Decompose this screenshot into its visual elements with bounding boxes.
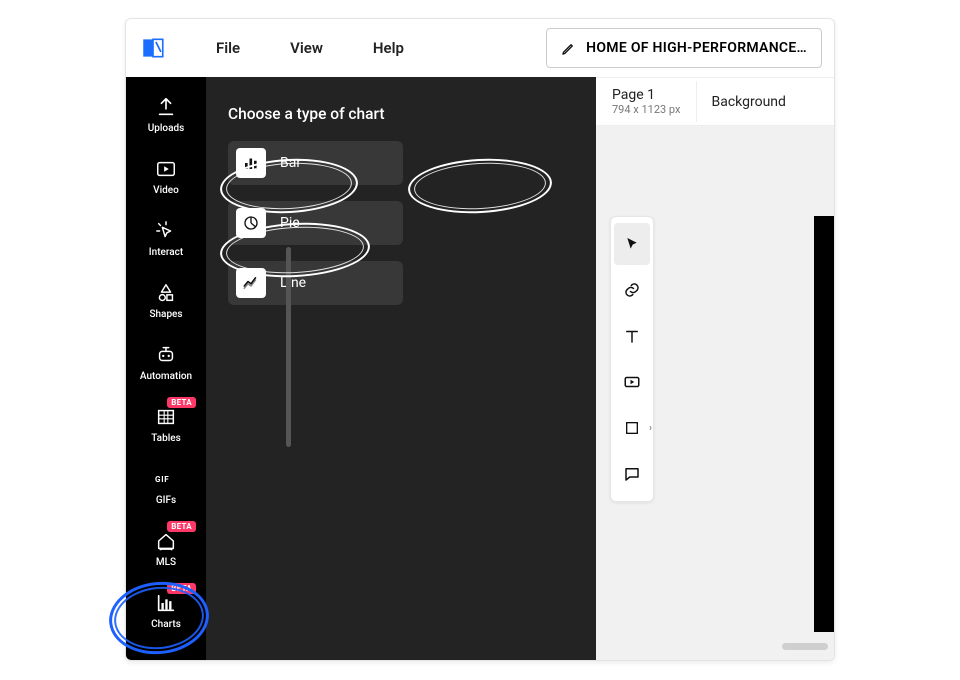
sidebar-item-label: Video bbox=[153, 185, 179, 196]
sidebar-item-label: GIFs bbox=[156, 495, 176, 506]
playbox-icon bbox=[623, 373, 641, 391]
chart-option-pie[interactable]: Pie bbox=[228, 201, 403, 245]
app-logo[interactable] bbox=[126, 35, 180, 61]
text-icon bbox=[623, 327, 641, 345]
pie-chart-icon bbox=[236, 208, 266, 238]
chat-icon bbox=[623, 465, 641, 483]
chart-type-grid: Bar Pie Line bbox=[228, 141, 574, 305]
chart-option-label: Bar bbox=[280, 155, 301, 171]
tool-shape[interactable]: › bbox=[614, 407, 650, 449]
tool-comment[interactable] bbox=[614, 453, 650, 495]
chart-icon bbox=[154, 591, 178, 615]
sidebar-item-automation[interactable]: Automation bbox=[126, 331, 206, 393]
sidebar-item-label: Uploads bbox=[148, 123, 185, 134]
sidebar-item-tables[interactable]: BETA Tables bbox=[126, 393, 206, 455]
sidebar-item-uploads[interactable]: Uploads bbox=[126, 83, 206, 145]
chart-option-label: Line bbox=[280, 275, 306, 291]
top-menubar: File View Help HOME OF HIGH-PERFORMANCE… bbox=[126, 19, 834, 77]
gif-icon: GIF bbox=[154, 467, 178, 491]
background-tab[interactable]: Background bbox=[697, 94, 799, 110]
house-icon bbox=[154, 529, 178, 553]
sidebar-item-shapes[interactable]: Shapes bbox=[126, 269, 206, 331]
line-chart-icon bbox=[236, 268, 266, 298]
table-icon bbox=[154, 405, 178, 429]
beta-badge: BETA bbox=[167, 583, 196, 594]
play-icon bbox=[154, 157, 178, 181]
square-icon bbox=[624, 420, 640, 436]
charts-panel: Choose a type of chart Bar Pie Line bbox=[206, 77, 596, 660]
bar-chart-icon bbox=[236, 148, 266, 178]
panel-scrollbar[interactable] bbox=[286, 187, 292, 640]
beta-badge: BETA bbox=[167, 521, 196, 532]
document-title-button[interactable]: HOME OF HIGH-PERFORMANCE… bbox=[546, 28, 822, 68]
tool-select[interactable] bbox=[614, 223, 650, 265]
beta-badge: BETA bbox=[167, 397, 196, 408]
upload-icon bbox=[154, 95, 178, 119]
sidebar-item-interact[interactable]: Interact bbox=[126, 207, 206, 269]
canvas-area: › bbox=[596, 125, 834, 660]
horizontal-scrollbar-thumb[interactable] bbox=[782, 643, 828, 650]
sidebar-item-label: Shapes bbox=[149, 309, 182, 320]
page-tab[interactable]: Page 1 794 x 1123 px bbox=[596, 81, 697, 122]
pointer-click-icon bbox=[154, 219, 178, 243]
menu-view[interactable]: View bbox=[290, 39, 323, 57]
chart-option-line[interactable]: Line bbox=[228, 261, 403, 305]
sidebar-item-label: Charts bbox=[151, 619, 181, 630]
tool-link[interactable] bbox=[614, 269, 650, 311]
sidebar-item-charts[interactable]: BETA Charts bbox=[126, 579, 206, 641]
chevron-right-icon: › bbox=[649, 423, 652, 434]
vertical-toolstrip: › bbox=[610, 216, 654, 502]
sidebar-item-label: Interact bbox=[149, 247, 183, 258]
sidebar-item-video[interactable]: Video bbox=[126, 145, 206, 207]
sidebar-item-mls[interactable]: BETA MLS bbox=[126, 517, 206, 579]
logo-icon bbox=[140, 35, 166, 61]
chart-option-bar[interactable]: Bar bbox=[228, 141, 403, 185]
tool-media[interactable] bbox=[614, 361, 650, 403]
robot-icon bbox=[154, 343, 178, 367]
svg-text:GIF: GIF bbox=[155, 474, 169, 483]
tool-text[interactable] bbox=[614, 315, 650, 357]
cursor-icon bbox=[624, 236, 640, 252]
menu-help[interactable]: Help bbox=[373, 39, 404, 57]
link-icon bbox=[623, 281, 641, 299]
charts-panel-heading: Choose a type of chart bbox=[228, 105, 574, 123]
page-name: Page 1 bbox=[612, 87, 680, 103]
left-sidebar: Uploads Video Interact Shapes Automation BETA… bbox=[126, 77, 206, 660]
document-edge bbox=[814, 216, 834, 632]
sidebar-item-label: Automation bbox=[140, 371, 192, 382]
sidebar-item-gifs[interactable]: GIF GIFs bbox=[126, 455, 206, 517]
sidebar-item-label: Tables bbox=[151, 433, 181, 444]
sidebar-item-label: MLS bbox=[156, 557, 176, 568]
menu-file[interactable]: File bbox=[216, 39, 240, 57]
app-window: File View Help HOME OF HIGH-PERFORMANCE…… bbox=[125, 18, 835, 661]
pencil-icon bbox=[561, 41, 576, 56]
document-title-text: HOME OF HIGH-PERFORMANCE… bbox=[586, 40, 807, 56]
panel-scroll-thumb[interactable] bbox=[286, 247, 291, 447]
page-dimensions: 794 x 1123 px bbox=[612, 103, 680, 116]
shapes-icon bbox=[154, 281, 178, 305]
